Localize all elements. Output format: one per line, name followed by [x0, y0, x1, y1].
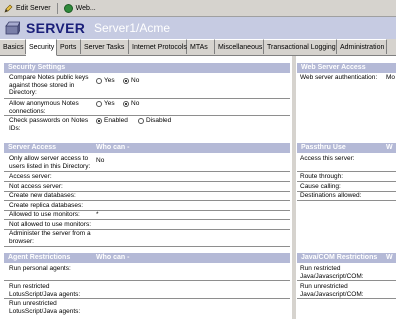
toolbar-separator: [56, 2, 58, 14]
anonymous-no[interactable]: No: [123, 100, 139, 108]
tab-bar: Basics Security Ports Server Tasks Inter…: [0, 39, 396, 56]
server-access-header: Server Access Who can -: [4, 143, 290, 153]
action-bar: Edit Server Web...: [0, 0, 396, 17]
anonymous-yes[interactable]: Yes: [96, 100, 115, 108]
web-auth-label: Web server authentication:: [300, 74, 378, 81]
divider: [4, 246, 290, 247]
section-title: Security Settings: [8, 64, 66, 71]
personal-agents-label: Run personal agents:: [9, 265, 71, 272]
compare-keys-label: Compare Notes public keys against those …: [9, 74, 89, 96]
tab-administration[interactable]: Administration: [337, 39, 387, 54]
column-divider: [292, 56, 296, 319]
divider: [297, 280, 396, 281]
radio-icon: [96, 78, 102, 84]
tab-mtas[interactable]: MTAs: [187, 39, 215, 54]
section-title: Passthru Use: [301, 144, 346, 151]
radio-selected-icon: [123, 78, 129, 84]
anonymous-label: Allow anonymous Notes connections:: [9, 100, 79, 115]
option-label: Yes: [104, 77, 115, 84]
java-com-header: Java/COM Restrictions W: [297, 253, 396, 263]
restricted-agents-label: Run restricted LotusScript/Java agents:: [9, 283, 81, 298]
cause-calling-label: Cause calling:: [300, 183, 341, 190]
destinations-label: Destinations allowed:: [300, 192, 362, 199]
create-replica-label: Create replica databases:: [9, 202, 84, 209]
globe-icon: [63, 3, 73, 13]
divider: [4, 171, 290, 172]
web-auth-value[interactable]: Mo: [386, 74, 395, 82]
access-server-label: Access server:: [9, 173, 52, 180]
section-title: Java/COM Restrictions: [301, 254, 378, 261]
divider: [297, 298, 396, 299]
restricted-java-label: Run restricted Java/Javascript/COM:: [300, 265, 364, 280]
divider: [297, 171, 396, 172]
option-label: Disabled: [146, 117, 172, 124]
divider: [4, 115, 290, 116]
tab-miscellaneous[interactable]: Miscellaneous: [215, 39, 264, 54]
tab-basics[interactable]: Basics: [0, 39, 26, 54]
create-databases-label: Create new databases:: [9, 192, 76, 199]
not-access-server-label: Not access server:: [9, 183, 63, 190]
tab-security[interactable]: Security: [26, 39, 57, 56]
divider: [297, 200, 396, 201]
divider: [4, 200, 290, 201]
option-label: Enabled: [104, 117, 128, 124]
not-monitors-label: Not allowed to use monitors:: [9, 221, 92, 228]
only-allow-label: Only allow server access to users listed…: [9, 155, 91, 170]
option-label: Yes: [104, 100, 115, 107]
section-title: Web Server Access: [301, 64, 366, 71]
unrestricted-agents-label: Run unrestricted LotusScript/Java agents…: [9, 300, 81, 315]
route-through-label: Route through:: [300, 173, 344, 180]
edit-server-button[interactable]: Edit Server: [0, 2, 55, 15]
divider: [4, 219, 290, 220]
who-can-label: Who can -: [96, 144, 130, 151]
edit-server-label: Edit Server: [16, 4, 51, 12]
who-can-label: Who can -: [96, 254, 130, 261]
radio-icon: [96, 101, 102, 107]
check-passwords-label: Check passwords on Notes IDs:: [9, 117, 89, 132]
monitors-value[interactable]: *: [96, 211, 99, 219]
who-can-label: W: [386, 254, 393, 261]
administer-label: Administer the server from a browser:: [9, 230, 91, 245]
divider: [4, 280, 290, 281]
unrestricted-java-label: Run unrestricted Java/Javascript/COM:: [300, 283, 364, 298]
web-server-access-header: Web Server Access: [297, 63, 396, 73]
check-passwords-disabled[interactable]: Disabled: [138, 117, 171, 125]
passthru-access-label: Access this server:: [300, 155, 355, 162]
who-can-label: W: [386, 144, 393, 151]
check-passwords-enabled[interactable]: Enabled: [96, 117, 128, 125]
monitors-label: Allowed to use monitors:: [9, 211, 80, 218]
option-label: No: [131, 77, 140, 84]
tab-internet-protocols[interactable]: Internet Protocols: [129, 39, 187, 54]
server-icon: [5, 21, 20, 35]
tab-transactional-logging[interactable]: Transactional Logging: [264, 39, 337, 54]
form-header: SERVER Server1/Acme: [0, 17, 396, 39]
pencil-icon: [4, 4, 13, 13]
radio-selected-icon: [96, 118, 102, 124]
compare-keys-yes[interactable]: Yes: [96, 77, 115, 85]
passthru-header: Passthru Use W: [297, 143, 396, 153]
divider: [4, 98, 290, 99]
divider: [4, 298, 290, 299]
only-allow-value[interactable]: No: [96, 157, 104, 165]
page-title: SERVER: [26, 20, 86, 36]
radio-selected-icon: [123, 101, 129, 107]
security-settings-header: Security Settings: [4, 63, 290, 73]
option-label: No: [131, 100, 140, 107]
server-name: Server1/Acme: [94, 21, 171, 35]
agent-restrictions-header: Agent Restrictions Who can -: [4, 253, 290, 263]
divider: [297, 181, 396, 182]
section-title: Agent Restrictions: [8, 254, 71, 261]
web-label: Web...: [75, 4, 96, 12]
radio-icon: [138, 118, 144, 124]
tab-ports[interactable]: Ports: [57, 39, 81, 54]
section-title: Server Access: [8, 144, 57, 151]
compare-keys-no[interactable]: No: [123, 77, 139, 85]
tab-server-tasks[interactable]: Server Tasks: [81, 39, 129, 54]
divider: [4, 181, 290, 182]
web-button[interactable]: Web...: [60, 2, 100, 15]
